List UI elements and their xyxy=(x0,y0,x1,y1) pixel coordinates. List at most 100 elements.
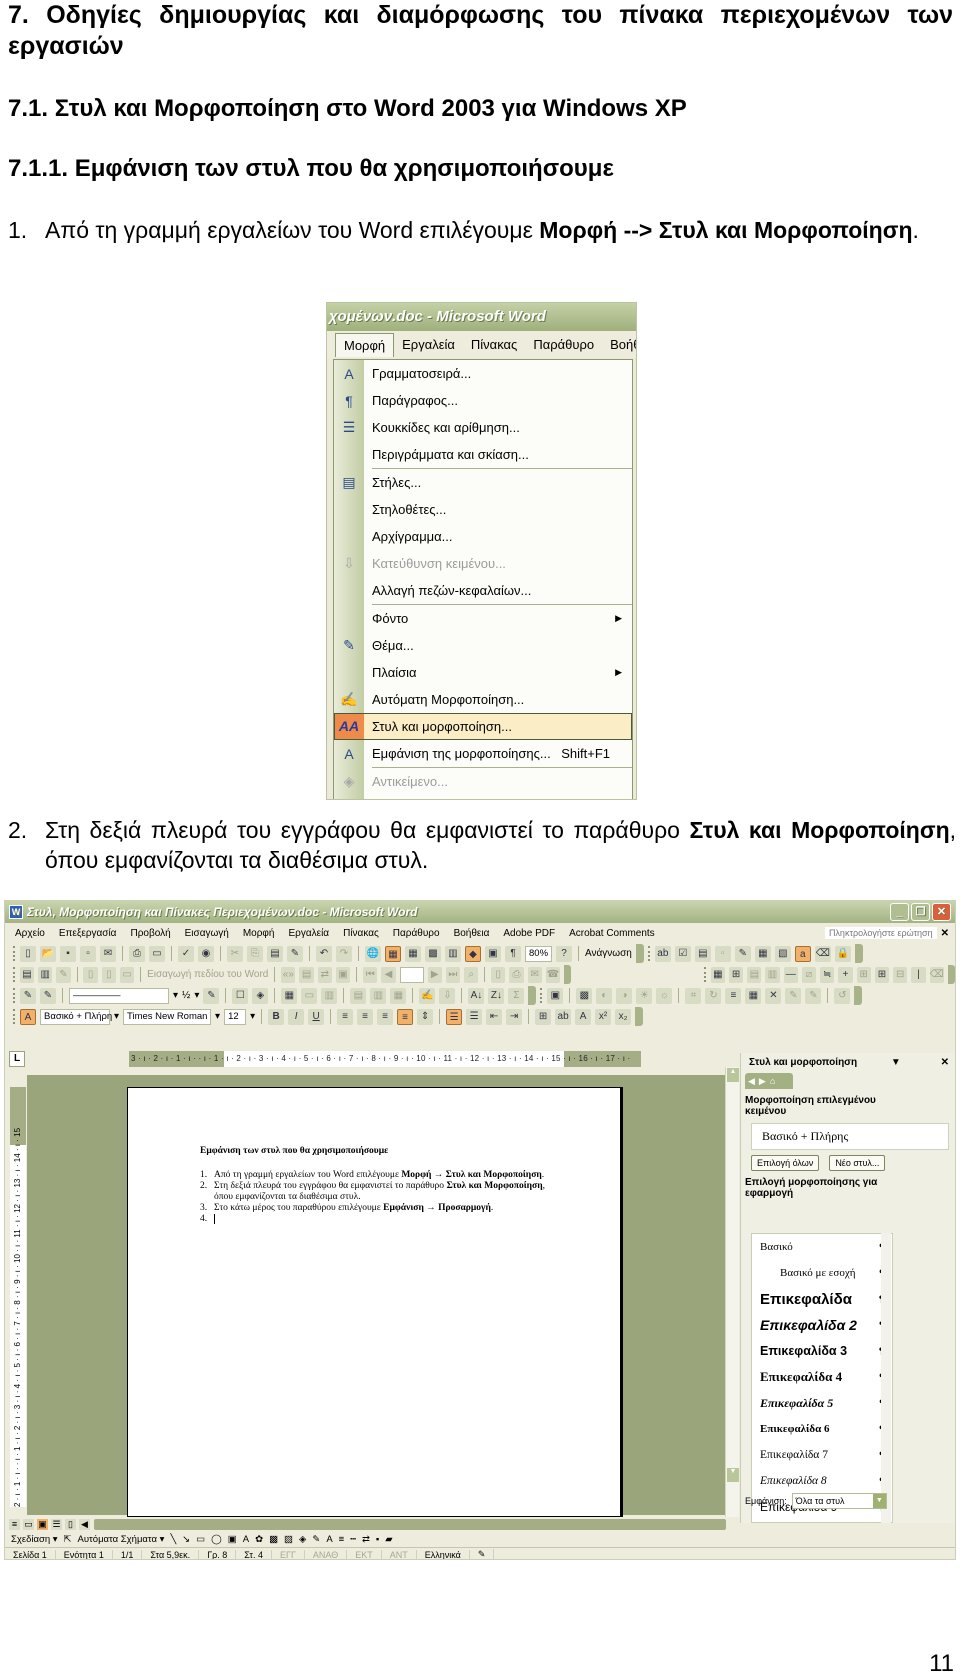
document-page[interactable]: Εμφάνιση των στυλ που θα χρησιμοποιήσουμ… xyxy=(127,1087,623,1517)
menu-item-font[interactable]: A Γραμματοσειρά... xyxy=(334,360,632,387)
undo-icon[interactable]: ↶ xyxy=(316,945,332,962)
vertical-scrollbar[interactable]: ▲ ▼ xyxy=(725,1067,739,1517)
field-options-icon[interactable]: ▫ xyxy=(714,945,731,962)
horizontal-line-icon[interactable]: — xyxy=(783,966,798,983)
print-layout-icon[interactable]: ▣ xyxy=(37,1518,48,1530)
menu-adobe-pdf[interactable]: Adobe PDF xyxy=(503,928,555,939)
draw-menu-button[interactable]: Σχεδίαση ▾ xyxy=(11,1534,58,1545)
menu-item-borders[interactable]: Περιγράμματα και σκίαση... xyxy=(334,441,632,468)
line-style2-icon[interactable]: ≡ xyxy=(725,987,742,1004)
insert-table-icon[interactable]: ▦ xyxy=(405,945,421,962)
insert-table-form-icon[interactable]: ▦ xyxy=(754,945,771,962)
justify-icon[interactable]: ≡ xyxy=(397,1008,414,1025)
outline-view-icon[interactable]: ☰ xyxy=(51,1518,62,1530)
status-ext[interactable]: ΕΚΤ xyxy=(347,1549,382,1559)
style-item-heading-7[interactable]: Επικεφαλίδα 7¶ xyxy=(752,1442,892,1468)
tables-borders-icon[interactable]: ▦ xyxy=(385,945,401,962)
align-right-icon[interactable]: ≡ xyxy=(377,1008,394,1025)
help-icon[interactable]: ? xyxy=(556,945,573,962)
styles-formatting-icon[interactable]: A xyxy=(20,1008,36,1025)
set-transparent-icon[interactable]: ✎ xyxy=(805,987,822,1004)
menu-item-reveal-formatting[interactable]: A Εμφάνιση της μορφοποίησης... Shift+F1 xyxy=(334,740,632,767)
merge-cells-icon[interactable]: ▭ xyxy=(301,987,318,1004)
table-cells-icon[interactable]: ⊞ xyxy=(728,966,744,983)
grid-icon[interactable]: ⊞ xyxy=(856,966,871,983)
columns-icon[interactable]: ▥ xyxy=(445,945,461,962)
back-icon[interactable]: ◀ xyxy=(748,1076,755,1087)
print-preview-icon[interactable]: ▭ xyxy=(149,945,165,962)
menu-table[interactable]: Πίνακας xyxy=(463,333,525,356)
superscript-icon[interactable]: x² xyxy=(595,1008,612,1025)
align-icon[interactable]: ▤ xyxy=(350,987,367,1004)
style-item-normal[interactable]: Βασικό¶ xyxy=(752,1234,892,1260)
diagonal-icon[interactable]: ⧄ xyxy=(801,966,817,983)
data-form-icon[interactable]: ▤ xyxy=(19,966,35,983)
font-size-select[interactable]: 12 xyxy=(224,1008,247,1025)
autoshapes-button[interactable]: Αυτόματα Σχήματα ▾ xyxy=(78,1534,165,1545)
menu-insert[interactable]: Εισαγωγή xyxy=(185,928,229,939)
underline-icon[interactable]: U xyxy=(308,1008,325,1025)
line-spacing-icon[interactable]: ⇕ xyxy=(417,1008,434,1025)
document-map-icon[interactable]: ▣ xyxy=(485,945,501,962)
reset-fields-icon[interactable]: ⌫ xyxy=(814,945,831,962)
rectangle-tool-icon[interactable]: ▭ xyxy=(196,1534,205,1545)
prev-record-icon[interactable]: ◀ xyxy=(381,966,396,983)
distribute-rows-icon[interactable]: ▥ xyxy=(370,987,387,1004)
match-fields-icon[interactable]: ⇄ xyxy=(317,966,332,983)
select-objects-icon[interactable]: ⇱ xyxy=(64,1534,72,1545)
menu-item-autoformat[interactable]: ✍ Αυτόματη Μορφοποίηση... xyxy=(334,686,632,713)
reset-picture-icon[interactable]: ↺ xyxy=(834,987,851,1004)
table-grid-icon[interactable]: ▦ xyxy=(710,966,725,983)
status-trk[interactable]: ΑΝΑΘ xyxy=(305,1549,348,1559)
ask-question-input[interactable]: Πληκτρολογήστε ερώτηση xyxy=(824,927,937,939)
blank-doc-icon[interactable]: ▯ xyxy=(83,966,98,983)
eraser-tool-icon[interactable]: ✎ xyxy=(40,987,56,1004)
forward-icon[interactable]: ▶ xyxy=(759,1076,766,1087)
read-button[interactable]: Ανάγνωση xyxy=(585,948,632,959)
table-col-icon[interactable]: ▥ xyxy=(765,966,780,983)
minimize-button[interactable]: _ xyxy=(890,903,909,921)
find-entry-icon[interactable]: ⌕ xyxy=(464,966,479,983)
bullets-icon[interactable]: ☰ xyxy=(466,1008,483,1025)
style-item-heading-3[interactable]: Επικεφαλίδα 3¶ xyxy=(752,1338,892,1364)
numbering-icon[interactable]: ☰ xyxy=(446,1008,463,1025)
styles-list-scrollbar[interactable] xyxy=(881,1233,891,1523)
line-tool-icon[interactable]: ╲ xyxy=(170,1534,176,1545)
spelling-icon[interactable]: ✓ xyxy=(178,945,194,962)
clipart-icon[interactable]: ▩ xyxy=(269,1534,278,1545)
style-item-heading-6[interactable]: Επικεφαλίδα 6¶ xyxy=(752,1416,892,1442)
subscript-icon[interactable]: x₂ xyxy=(615,1008,632,1025)
merge-new-icon[interactable]: ▯ xyxy=(491,966,506,983)
pane-close-icon[interactable]: ✕ xyxy=(941,1057,949,1068)
scroll-left-icon[interactable]: ◀ xyxy=(79,1518,90,1530)
merge-icon[interactable]: ▭ xyxy=(119,966,135,983)
shadow-icon[interactable]: ▪ xyxy=(376,1534,379,1545)
reading-layout-icon[interactable]: ▯ xyxy=(65,1518,76,1530)
checkbox-icon[interactable]: ☑ xyxy=(674,945,691,962)
style-item-heading-8[interactable]: Επικεφαλίδα 8¶ xyxy=(752,1468,892,1494)
new-icon[interactable]: ▯ xyxy=(20,945,36,962)
insert-excel-icon[interactable]: ▩ xyxy=(425,945,441,962)
insert-table2-icon[interactable]: ▦ xyxy=(281,987,298,1004)
menu-file[interactable]: Αρχείο xyxy=(15,928,45,939)
textbox-tool-icon[interactable]: ▣ xyxy=(228,1534,237,1545)
style-item-heading-2[interactable]: Επικεφαλίδα 2¶ xyxy=(752,1312,892,1338)
insert-word-field[interactable]: Εισαγωγή πεδίου του Word xyxy=(147,969,268,980)
permission-icon[interactable]: ▫ xyxy=(80,945,96,962)
normal-view-icon[interactable]: ≡ xyxy=(9,1518,20,1530)
merge-fields-icon[interactable]: «» xyxy=(281,966,296,983)
align-left-icon[interactable]: ≡ xyxy=(337,1008,354,1025)
eraser-icon[interactable]: ⌫ xyxy=(929,966,944,983)
horizontal-scrollbar[interactable] xyxy=(94,1518,726,1530)
sort-ascending-icon[interactable]: A↓ xyxy=(468,987,485,1004)
arrow-style-icon[interactable]: ⇄ xyxy=(362,1534,370,1545)
edit-source-icon[interactable]: ✎ xyxy=(56,966,71,983)
italic-icon[interactable]: I xyxy=(288,1008,305,1025)
chevron-down-icon[interactable]: ▼ xyxy=(872,1494,886,1508)
menu-format[interactable]: Μορφή xyxy=(335,332,395,357)
contrast-down-icon[interactable]: ◑ xyxy=(616,987,633,1004)
color-icon[interactable]: ▩ xyxy=(576,987,593,1004)
distribute-cols-icon[interactable]: ▦ xyxy=(390,987,407,1004)
line-style-icon[interactable]: ≡ xyxy=(339,1534,345,1545)
merge-email-icon[interactable]: ✉ xyxy=(527,966,542,983)
